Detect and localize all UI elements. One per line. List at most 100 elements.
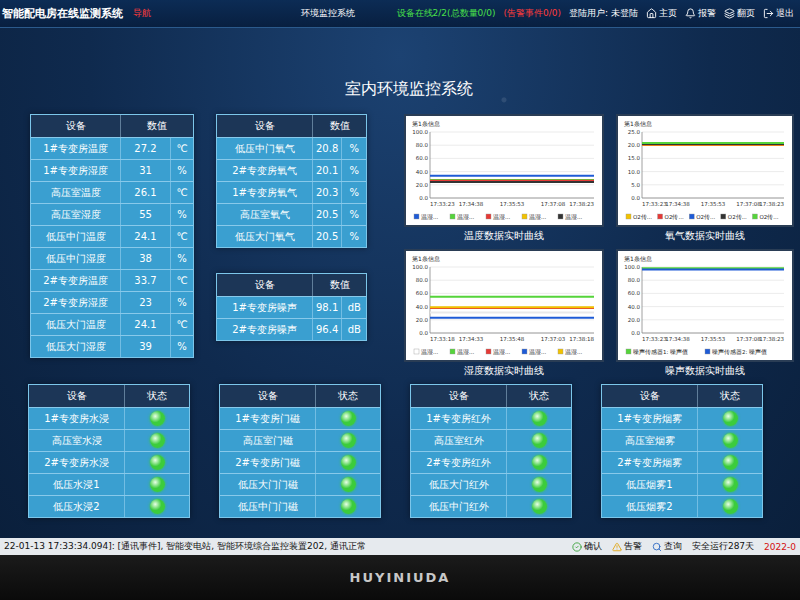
user-status: 登陆用户: 未登陆	[569, 7, 638, 20]
svg-text:20.0: 20.0	[628, 317, 641, 323]
status-dot	[532, 433, 547, 448]
table-row: 1#专变房烟雾	[602, 407, 762, 429]
table-row: 高压室湿度55%	[31, 203, 193, 225]
chart-frame: 第1条信息100.080.060.040.020.00.017:33:1817:…	[404, 249, 604, 362]
header-cell: 设备	[217, 115, 313, 137]
top-button[interactable]: 主页	[646, 7, 677, 20]
header-cell: 状态	[316, 385, 380, 407]
y-tick: 5.0	[631, 182, 784, 188]
top-button[interactable]: 退出	[763, 7, 794, 20]
table-row: 2#专变房红外	[411, 451, 571, 473]
value-cell: 24.1	[121, 226, 171, 247]
main: 室内环境监控系统设备数值1#专变房温度27.2℃1#专变房湿度31%高压室温度2…	[0, 28, 800, 538]
table-row: 高压室红外	[411, 429, 571, 451]
value-cell: 24.1	[121, 314, 171, 335]
device-cell: 低压中门门磁	[220, 496, 316, 517]
action-icon	[572, 542, 582, 552]
svg-text:温湿...: 温湿...	[421, 214, 438, 220]
x-tick: 17:34:38	[459, 201, 484, 207]
y-tick: 100.0	[412, 129, 594, 135]
status-cell	[698, 430, 762, 451]
svg-text:80.0: 80.0	[416, 277, 429, 283]
svg-text:温湿...: 温湿...	[493, 214, 510, 220]
status-cell	[316, 408, 380, 429]
svg-text:温湿...: 温湿...	[421, 349, 438, 355]
action-icon	[612, 542, 622, 552]
unit-cell: %	[171, 336, 193, 357]
table-row: 低压中门氧气20.8%	[217, 137, 366, 159]
status-dot	[723, 433, 738, 448]
status-cell	[125, 408, 189, 429]
svg-text:第1条信息: 第1条信息	[624, 255, 652, 262]
nav-link[interactable]: 导航	[133, 7, 151, 20]
device-cell: 2#专变房水浸	[29, 452, 125, 473]
series-line	[430, 181, 594, 183]
chart-card: 第1条信息100.080.060.040.020.00.017:33:2317:…	[404, 114, 604, 245]
value-cell: 20.1	[313, 160, 342, 181]
chart-title: 氧气数据实时曲线	[665, 227, 745, 245]
series-line	[642, 142, 784, 144]
app-title: 智能配电房在线监测系统	[2, 6, 123, 21]
header-cell: 设备	[29, 385, 125, 407]
top-button[interactable]: 翻页	[724, 7, 755, 20]
table-header: 设备状态	[220, 385, 380, 407]
status-action[interactable]: 确认	[572, 540, 602, 553]
legend-item: O2传...	[752, 214, 778, 220]
series-line	[430, 179, 594, 181]
header-cell: 设备	[411, 385, 507, 407]
table-header: 设备数值	[217, 274, 366, 296]
chart-card: 第1条信息25.020.015.010.05.00.017:33:2317:34…	[616, 114, 794, 245]
status-dot	[150, 477, 165, 492]
table-row: 2#专变房噪声96.4dB	[217, 318, 366, 340]
device-cell: 1#专变房噪声	[217, 297, 313, 318]
table-row: 1#专变房温度27.2℃	[31, 137, 193, 159]
status-action[interactable]: 告警	[612, 540, 642, 553]
device-cell: 低压大门湿度	[31, 336, 121, 357]
header-cell: 数值	[313, 274, 366, 296]
device-cell: 低压中门湿度	[31, 248, 121, 269]
table-row: 低压大门门磁	[220, 473, 380, 495]
legend-item: 温湿...	[522, 349, 546, 355]
table-row: 2#专变房湿度23%	[31, 291, 193, 313]
device-cell: 2#专变房门磁	[220, 452, 316, 473]
svg-text:噪声传感器2: 噪声值: 噪声传感器2: 噪声值	[712, 349, 767, 355]
svg-text:60.0: 60.0	[416, 155, 429, 161]
status-cell	[507, 408, 571, 429]
chart-frame: 第1条信息100.080.060.040.020.00.017:33:2317:…	[404, 114, 604, 227]
monitor: 智能配电房在线监测系统导航环境监控系统设备在线2/2(总数量0/0)(告警事件0…	[0, 0, 800, 600]
unit-cell: %	[342, 160, 366, 181]
action-icon	[652, 542, 662, 552]
device-cell: 高压室门磁	[220, 430, 316, 451]
status-cell	[125, 452, 189, 473]
status-action[interactable]: 查询	[652, 540, 682, 553]
table-row: 低压大门氧气20.5%	[217, 225, 366, 247]
header-cell: 设备	[602, 385, 698, 407]
chart-grid: 第1条信息100.080.060.040.020.00.017:33:2317:…	[404, 114, 794, 380]
table-row: 低压水浸2	[29, 495, 189, 517]
status-cell	[698, 452, 762, 473]
svg-text:温湿...: 温湿...	[565, 214, 582, 220]
value-cell: 20.8	[313, 138, 342, 159]
svg-text:温湿...: 温湿...	[565, 349, 582, 355]
header-cell: 设备	[31, 115, 121, 137]
y-tick: 10.0	[628, 169, 784, 175]
y-tick: 15.0	[628, 155, 784, 161]
unit-cell: ℃	[171, 226, 193, 247]
device-cell: 2#专变房氧气	[217, 160, 313, 181]
series-line	[642, 268, 784, 270]
top-button[interactable]: 报警	[685, 7, 716, 20]
unit-cell: %	[171, 292, 193, 313]
device-cell: 2#专变房湿度	[31, 292, 121, 313]
table-header: 设备状态	[602, 385, 762, 407]
unit-cell: %	[171, 204, 193, 225]
device-cell: 高压室烟雾	[602, 430, 698, 451]
monitor-bezel: HUYINIUDA	[0, 555, 800, 600]
table-row: 低压中门门磁	[220, 495, 380, 517]
y-tick: 20.0	[628, 317, 784, 323]
device-cell: 1#专变房氧气	[217, 182, 313, 203]
y-tick: 40.0	[416, 304, 594, 310]
header-cell: 状态	[698, 385, 762, 407]
line-chart: 第1条信息100.080.060.040.020.00.017:33:2317:…	[618, 251, 792, 360]
chart-frame: 第1条信息100.080.060.040.020.00.017:33:2317:…	[616, 249, 794, 362]
x-tick: 17:33:23	[642, 336, 667, 342]
